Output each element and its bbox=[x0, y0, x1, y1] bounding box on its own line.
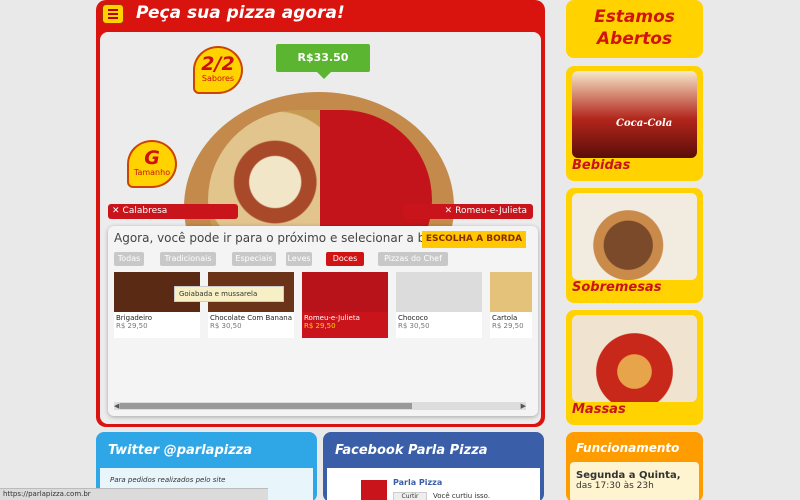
funcionamento-title: Funcionamento bbox=[576, 441, 680, 455]
flavor-card-chocolate-com-banana[interactable]: Chocolate Com Banana R$ 30,50 bbox=[208, 272, 294, 338]
massas-label: Massas bbox=[572, 402, 626, 417]
tab-pizzas-do-chef[interactable]: Pizzas do Chef bbox=[378, 252, 448, 266]
facebook-widget: Parla Pizza Curtir Você curtiu isso. bbox=[327, 468, 540, 500]
horizontal-scrollbar[interactable]: ◀ ▶ bbox=[114, 402, 526, 410]
funcionamento-body: Segunda a Quinta, das 17:30 às 23h bbox=[570, 462, 699, 500]
flavor-right-name: Romeu-e-Julieta bbox=[455, 206, 527, 216]
menu-icon[interactable] bbox=[102, 4, 124, 24]
flavor-name: Chocolate Com Banana bbox=[210, 314, 293, 322]
facebook-title[interactable]: Facebook Parla Pizza bbox=[335, 443, 488, 458]
flavor-image bbox=[490, 272, 532, 312]
order-panel: Peça sua pizza agora! R$33.50 2/2 Sabore… bbox=[96, 0, 545, 427]
scroll-left-icon[interactable]: ◀ bbox=[114, 402, 119, 410]
funcionamento-hours: das 17:30 às 23h bbox=[576, 481, 654, 491]
sobremesas-photo bbox=[572, 193, 697, 280]
sobremesas-label: Sobremesas bbox=[572, 280, 662, 295]
parla-pizza-logo[interactable] bbox=[361, 480, 387, 500]
order-header: Peça sua pizza agora! bbox=[96, 0, 545, 30]
bebidas-photo: Coca-Cola bbox=[572, 71, 697, 158]
open-sign: Estamos Abertos bbox=[566, 0, 703, 58]
flavor-tooltip: Goiabada e mussarela bbox=[174, 286, 284, 302]
scroll-right-icon[interactable]: ▶ bbox=[521, 402, 526, 410]
flavor-name: Brigadeiro bbox=[116, 314, 153, 322]
flavor-card-brigadeiro[interactable]: Brigadeiro R$ 29,50 bbox=[114, 272, 200, 338]
flavor-cards: Brigadeiro R$ 29,50 Chocolate Com Banana… bbox=[114, 272, 532, 338]
massas-photo bbox=[572, 315, 697, 402]
bebidas-label: Bebidas bbox=[572, 158, 631, 173]
sabores-badge[interactable]: 2/2 Sabores bbox=[193, 46, 243, 94]
flavor-price: R$ 29,50 bbox=[116, 322, 148, 330]
tab-tradicionais[interactable]: Tradicionais bbox=[160, 252, 216, 266]
flavor-card-cartola[interactable]: Cartola R$ 29,50 bbox=[490, 272, 532, 338]
scrollbar-thumb[interactable] bbox=[120, 403, 412, 409]
coke-logo: Coca-Cola bbox=[616, 118, 673, 129]
picker-message: Agora, você pode ir para o próximo e sel… bbox=[114, 231, 458, 245]
tamanho-badge[interactable]: G Tamanho bbox=[127, 140, 177, 188]
flavor-label-right: ✕ Romeu-e-Julieta bbox=[403, 204, 533, 219]
flavor-image bbox=[302, 272, 388, 312]
flavor-name: Romeu-e-Julieta bbox=[304, 314, 360, 322]
sabores-count: 2/2 bbox=[201, 53, 235, 75]
bebidas-card[interactable]: Coca-Cola Bebidas bbox=[566, 66, 703, 181]
flavor-name: Cartola bbox=[492, 314, 518, 322]
flavor-price: R$ 30,50 bbox=[398, 322, 430, 330]
tab-leves[interactable]: Leves bbox=[286, 252, 312, 266]
flavor-price: R$ 29,50 bbox=[492, 322, 524, 330]
tab-todas[interactable]: Todas bbox=[114, 252, 144, 266]
massas-card[interactable]: Massas bbox=[566, 310, 703, 425]
flavor-label-left: ✕ Calabresa bbox=[108, 204, 238, 219]
facebook-page-name[interactable]: Parla Pizza bbox=[393, 478, 442, 487]
like-button[interactable]: Curtir bbox=[393, 492, 427, 500]
tab-especiais[interactable]: Especiais bbox=[232, 252, 276, 266]
flavor-left-name: Calabresa bbox=[122, 206, 168, 216]
sabores-label: Sabores bbox=[201, 74, 235, 83]
sobremesas-card[interactable]: Sobremesas bbox=[566, 188, 703, 303]
tweet-text: Para pedidos realizados pelo site bbox=[110, 476, 226, 484]
order-title: Peça sua pizza agora! bbox=[136, 3, 345, 23]
twitter-title[interactable]: Twitter @parlapizza bbox=[108, 443, 252, 458]
funcionamento-panel: Funcionamento Segunda a Quinta, das 17:3… bbox=[566, 432, 703, 500]
tab-doces[interactable]: Doces bbox=[326, 252, 364, 266]
pizza-builder: R$33.50 2/2 Sabores G Tamanho ✕ Calabresa… bbox=[100, 32, 541, 424]
funcionamento-day: Segunda a Quinta, bbox=[576, 470, 681, 481]
flavor-image bbox=[396, 272, 482, 312]
size-label: Tamanho bbox=[133, 168, 171, 177]
choose-edge-button[interactable]: ESCOLHA A BORDA bbox=[422, 231, 526, 248]
close-icon[interactable]: ✕ bbox=[112, 206, 120, 216]
facebook-panel: Facebook Parla Pizza Parla Pizza Curtir … bbox=[323, 432, 544, 500]
flavor-name: Chococo bbox=[398, 314, 428, 322]
flavor-card-chococo[interactable]: Chococo R$ 30,50 bbox=[396, 272, 482, 338]
price-tag: R$33.50 bbox=[276, 44, 370, 79]
close-icon[interactable]: ✕ bbox=[445, 206, 453, 216]
flavor-price: R$ 30,50 bbox=[210, 322, 242, 330]
status-bar-url: https://parlapizza.com.br bbox=[0, 488, 268, 500]
size-letter: G bbox=[144, 147, 160, 169]
flavor-price: R$ 29,50 bbox=[304, 322, 336, 330]
like-status-text: Você curtiu isso. bbox=[433, 492, 491, 500]
flavor-picker: Agora, você pode ir para o próximo e sel… bbox=[108, 226, 538, 416]
flavor-card-romeu-e-julieta[interactable]: Romeu-e-Julieta R$ 29,50 bbox=[302, 272, 388, 338]
